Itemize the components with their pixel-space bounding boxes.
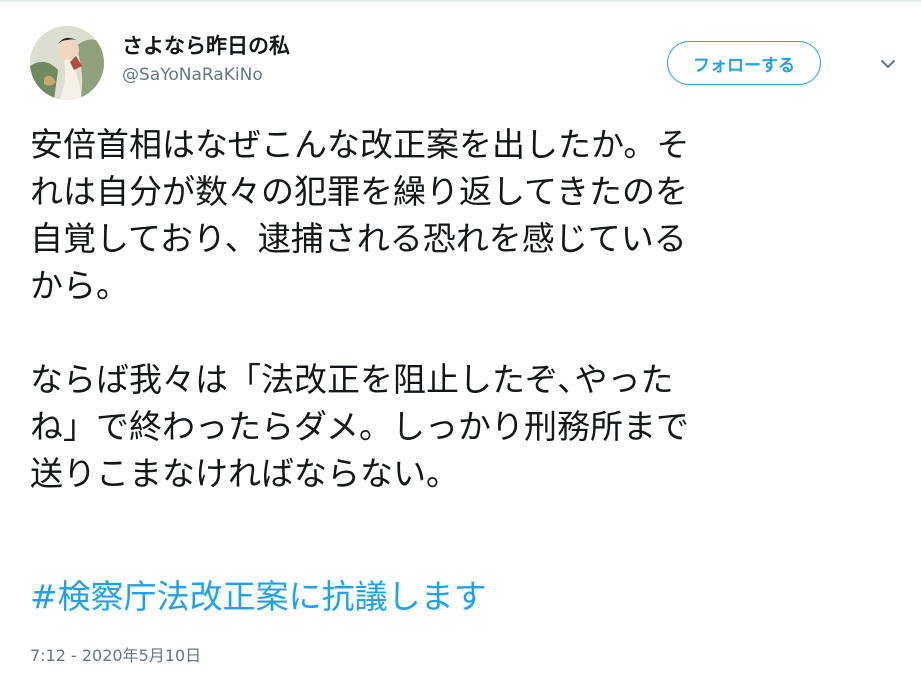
avatar[interactable] — [30, 26, 104, 100]
tweet-paragraph-1: 安倍首相はなぜこんな改正案を出したか。そ れは自分が数々の犯罪を繰り返してきたの… — [30, 125, 690, 305]
user-handle[interactable]: @SaYoNaRaKiNo — [122, 63, 290, 87]
follow-button[interactable]: フォローする — [667, 41, 821, 85]
avatar-illustration — [30, 26, 104, 100]
user-names: さよなら昨日の私 @SaYoNaRaKiNo — [122, 32, 290, 87]
chevron-down-icon[interactable] — [876, 54, 900, 74]
tweet-timestamp[interactable]: 7:12 - 2020年5月10日 — [30, 645, 201, 667]
top-divider — [0, 0, 921, 2]
display-name[interactable]: さよなら昨日の私 — [122, 32, 290, 60]
tweet-paragraph-2: ならば我々は「法改正を阻止したぞ､やった ね」で終わったらダメ。しっかり刑務所ま… — [30, 360, 690, 493]
tweet-body: 安倍首相はなぜこんな改正案を出したか。そ れは自分が数々の犯罪を繰り返してきたの… — [30, 121, 900, 497]
hashtag-link[interactable]: #検察庁法改正案に抗議します — [30, 573, 487, 620]
tweet-header: さよなら昨日の私 @SaYoNaRaKiNo フォローする — [30, 26, 910, 106]
